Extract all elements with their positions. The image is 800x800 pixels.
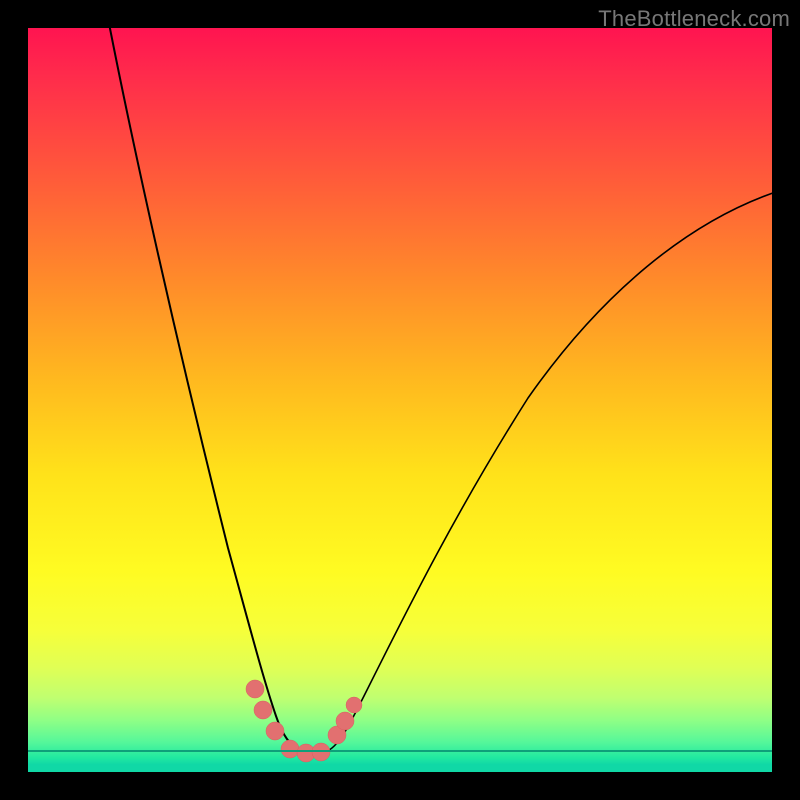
marker-8 xyxy=(336,712,354,730)
marker-1 xyxy=(246,680,264,698)
marker-6 xyxy=(312,743,330,761)
marker-2 xyxy=(254,701,272,719)
curve-right-branch xyxy=(325,188,788,752)
curve-left-branch xyxy=(106,8,300,750)
watermark-text: TheBottleneck.com xyxy=(598,6,790,32)
marker-4 xyxy=(281,740,299,758)
marker-3 xyxy=(266,722,284,740)
baseline xyxy=(28,750,772,752)
marker-9 xyxy=(346,697,362,713)
bottleneck-curve xyxy=(28,28,772,772)
